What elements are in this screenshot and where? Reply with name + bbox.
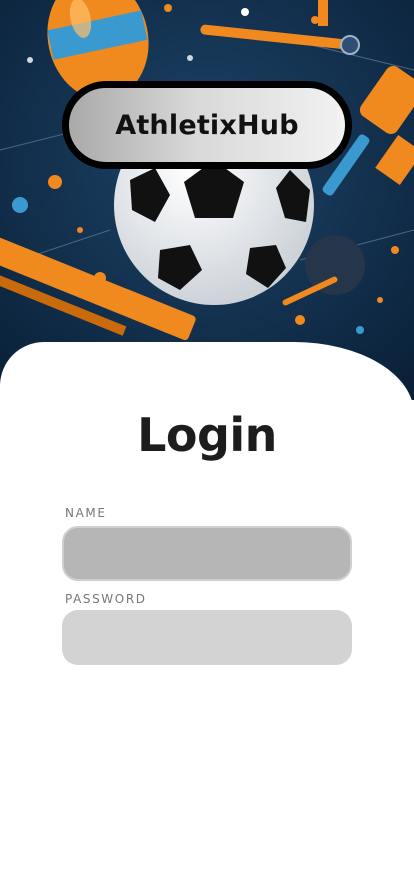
- brand-logo-pill: AthletixHub: [62, 81, 352, 169]
- password-label: PASSWORD: [65, 592, 147, 606]
- brand-name: AthletixHub: [115, 109, 299, 141]
- password-field[interactable]: [62, 610, 352, 665]
- name-label: NAME: [65, 506, 107, 520]
- sports-artwork: [0, 0, 414, 400]
- page-title: Login: [137, 408, 277, 462]
- name-field[interactable]: [62, 526, 352, 581]
- hero-illustration: [0, 0, 414, 400]
